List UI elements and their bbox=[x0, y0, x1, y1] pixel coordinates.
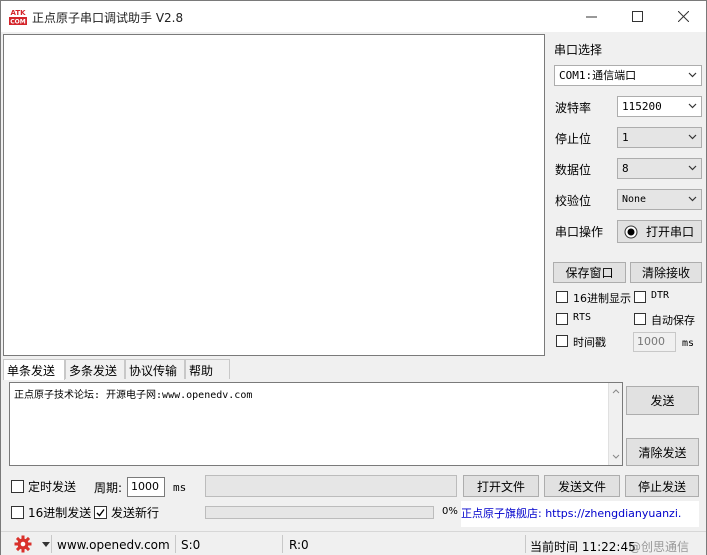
period-unit: ms bbox=[173, 481, 187, 494]
chevron-down-icon bbox=[688, 134, 697, 140]
baud-label: 波特率 bbox=[555, 101, 592, 115]
status-received-count: R:0 bbox=[289, 538, 309, 552]
status-sent-count: S:0 bbox=[181, 538, 201, 552]
port-select[interactable]: COM1:通信端口 bbox=[554, 65, 702, 86]
main-window: ATK COM 正点原子串口调试助手 V2.8 串口选择 COM1:通信端口 波… bbox=[0, 0, 707, 555]
chevron-down-icon bbox=[688, 72, 697, 78]
close-icon bbox=[677, 11, 689, 22]
timestamp-label: 时间戳 bbox=[573, 336, 606, 349]
store-link[interactable]: 正点原子旗舰店: https://zhengdianyuanzi. bbox=[461, 501, 699, 527]
open-port-label: 打开串口 bbox=[646, 225, 695, 239]
data-bits-label: 数据位 bbox=[555, 163, 592, 177]
parity-select[interactable]: None bbox=[617, 189, 702, 210]
port-status-icon bbox=[624, 225, 638, 238]
status-separator bbox=[175, 535, 176, 553]
timed-send-checkbox[interactable] bbox=[11, 480, 24, 493]
port-select-value: COM1:通信端口 bbox=[559, 69, 637, 82]
clear-send-button[interactable]: 清除发送 bbox=[626, 438, 699, 466]
chevron-down-icon bbox=[688, 103, 697, 109]
maximize-button[interactable] bbox=[614, 1, 660, 32]
title-bar: ATK COM 正点原子串口调试助手 V2.8 bbox=[1, 1, 706, 32]
timed-send-label: 定时发送 bbox=[28, 480, 77, 494]
send-text: 正点原子技术论坛: 开源电子网:www.openedv.com bbox=[14, 390, 253, 401]
scroll-down-icon[interactable] bbox=[609, 452, 623, 462]
scroll-up-icon[interactable] bbox=[609, 386, 623, 396]
status-url[interactable]: www.openedv.com bbox=[57, 538, 170, 552]
parity-label: 校验位 bbox=[555, 194, 592, 208]
stop-bits-select[interactable]: 1 bbox=[617, 127, 702, 148]
file-path-field[interactable] bbox=[205, 475, 457, 497]
status-separator bbox=[525, 535, 526, 553]
chevron-down-icon bbox=[688, 196, 697, 202]
checkmark-icon bbox=[96, 509, 105, 517]
auto-save-label: 自动保存 bbox=[651, 314, 695, 327]
window-title: 正点原子串口调试助手 V2.8 bbox=[32, 11, 184, 25]
maximize-icon bbox=[631, 11, 643, 22]
period-label: 周期: bbox=[94, 481, 123, 495]
close-button[interactable] bbox=[660, 1, 706, 32]
parity-value: None bbox=[622, 194, 647, 205]
minimize-button[interactable] bbox=[568, 1, 614, 32]
timestamp-interval-input[interactable]: 1000 bbox=[633, 332, 676, 352]
hex-send-label: 16进制发送 bbox=[28, 506, 92, 520]
stop-bits-value: 1 bbox=[622, 131, 629, 144]
period-input[interactable]: 1000 bbox=[127, 477, 165, 497]
tab-single-send[interactable]: 单条发送 bbox=[3, 359, 65, 380]
watermark-text: @创思通信 bbox=[629, 540, 690, 554]
atk-logo-icon: ATK COM bbox=[8, 7, 28, 26]
data-bits-select[interactable]: 8 bbox=[617, 158, 702, 179]
gear-icon[interactable] bbox=[14, 535, 32, 553]
port-op-label: 串口操作 bbox=[555, 225, 604, 239]
receive-area[interactable] bbox=[3, 34, 545, 356]
rts-label: RTS bbox=[573, 312, 592, 323]
hex-send-checkbox[interactable] bbox=[11, 506, 24, 519]
status-separator bbox=[51, 535, 52, 553]
save-window-button[interactable]: 保存窗口 bbox=[553, 262, 626, 283]
send-file-button[interactable]: 发送文件 bbox=[544, 475, 620, 497]
store-link-text: 正点原子旗舰店: https://zhengdianyuanzi. bbox=[461, 507, 682, 520]
baud-select[interactable]: 115200 bbox=[617, 96, 702, 117]
stop-bits-label: 停止位 bbox=[555, 132, 592, 146]
stop-send-button[interactable]: 停止发送 bbox=[625, 475, 699, 497]
auto-save-checkbox[interactable] bbox=[634, 313, 646, 325]
tab-protocol[interactable]: 协议传输 bbox=[125, 359, 185, 379]
dtr-label: DTR bbox=[651, 290, 670, 301]
send-progress-percent: 0% bbox=[442, 506, 458, 517]
send-progress-bar bbox=[205, 506, 434, 519]
send-scrollbar[interactable] bbox=[608, 383, 622, 465]
timestamp-unit: ms bbox=[682, 338, 695, 349]
send-newline-label: 发送新行 bbox=[111, 506, 160, 520]
status-bar: www.openedv.com S:0 R:0 当前时间 11:22:45 @创… bbox=[1, 531, 706, 555]
tab-help[interactable]: 帮助 bbox=[185, 359, 230, 379]
baud-value: 115200 bbox=[622, 100, 662, 113]
tab-multi-send[interactable]: 多条发送 bbox=[65, 359, 125, 379]
send-button[interactable]: 发送 bbox=[626, 386, 699, 415]
status-current-time: 当前时间 11:22:45 bbox=[530, 540, 636, 554]
open-port-button[interactable]: 打开串口 bbox=[617, 220, 702, 243]
timestamp-checkbox[interactable] bbox=[556, 335, 568, 347]
send-newline-checkbox[interactable] bbox=[94, 506, 107, 519]
hex-display-checkbox[interactable] bbox=[556, 291, 568, 303]
chevron-down-icon bbox=[688, 165, 697, 171]
dtr-checkbox[interactable] bbox=[634, 291, 646, 303]
clear-receive-button[interactable]: 清除接收 bbox=[630, 262, 702, 283]
rts-checkbox[interactable] bbox=[556, 313, 568, 325]
svg-text:ATK: ATK bbox=[10, 9, 26, 17]
open-file-button[interactable]: 打开文件 bbox=[463, 475, 539, 497]
status-separator bbox=[282, 535, 283, 553]
svg-text:COM: COM bbox=[10, 19, 26, 26]
data-bits-value: 8 bbox=[622, 162, 629, 175]
dropdown-arrow-icon[interactable] bbox=[42, 542, 50, 548]
send-input[interactable]: 正点原子技术论坛: 开源电子网:www.openedv.com bbox=[9, 382, 623, 466]
minimize-icon bbox=[585, 16, 597, 18]
hex-display-label: 16进制显示 bbox=[573, 292, 631, 305]
port-select-label: 串口选择 bbox=[554, 43, 603, 57]
